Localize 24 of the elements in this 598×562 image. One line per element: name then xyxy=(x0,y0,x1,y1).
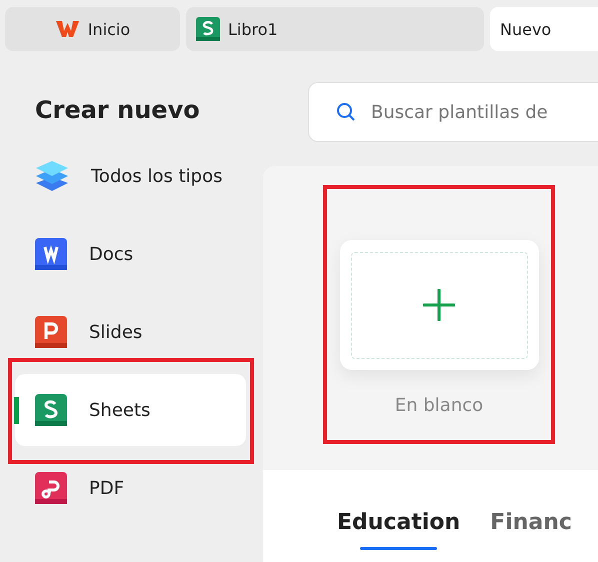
sidebar-item[interactable]: PDF xyxy=(15,452,246,524)
search-field[interactable]: Buscar plantillas de xyxy=(308,82,598,142)
blank-template-card[interactable] xyxy=(340,240,538,370)
s-spreadsheet-icon xyxy=(196,17,220,41)
sidebar-item[interactable]: Todos los tipos xyxy=(15,140,246,212)
w-document-icon xyxy=(35,238,67,270)
plus-icon xyxy=(423,289,455,321)
category-tab[interactable]: Financ xyxy=(490,510,572,542)
template-label: En blanco xyxy=(394,395,484,416)
sidebar-item[interactable]: Slides xyxy=(15,296,246,368)
p-presentation-icon xyxy=(35,316,67,348)
selection-indicator xyxy=(14,397,19,424)
stacked-layers-icon xyxy=(35,159,69,193)
page-heading: Crear nuevo xyxy=(34,95,201,126)
document-tab[interactable]: Libro1 xyxy=(186,7,484,51)
pdf-icon xyxy=(35,472,67,504)
category-tab[interactable]: Education xyxy=(337,510,460,542)
w-logo-icon xyxy=(54,19,80,39)
sidebar-item[interactable]: Sheets xyxy=(15,374,246,446)
document-tab[interactable]: Nuevo xyxy=(490,7,598,51)
s-spreadsheet-icon xyxy=(35,394,67,426)
search-icon xyxy=(336,102,356,122)
document-tab[interactable]: Inicio xyxy=(5,7,180,51)
sidebar-item[interactable]: Docs xyxy=(15,218,246,290)
